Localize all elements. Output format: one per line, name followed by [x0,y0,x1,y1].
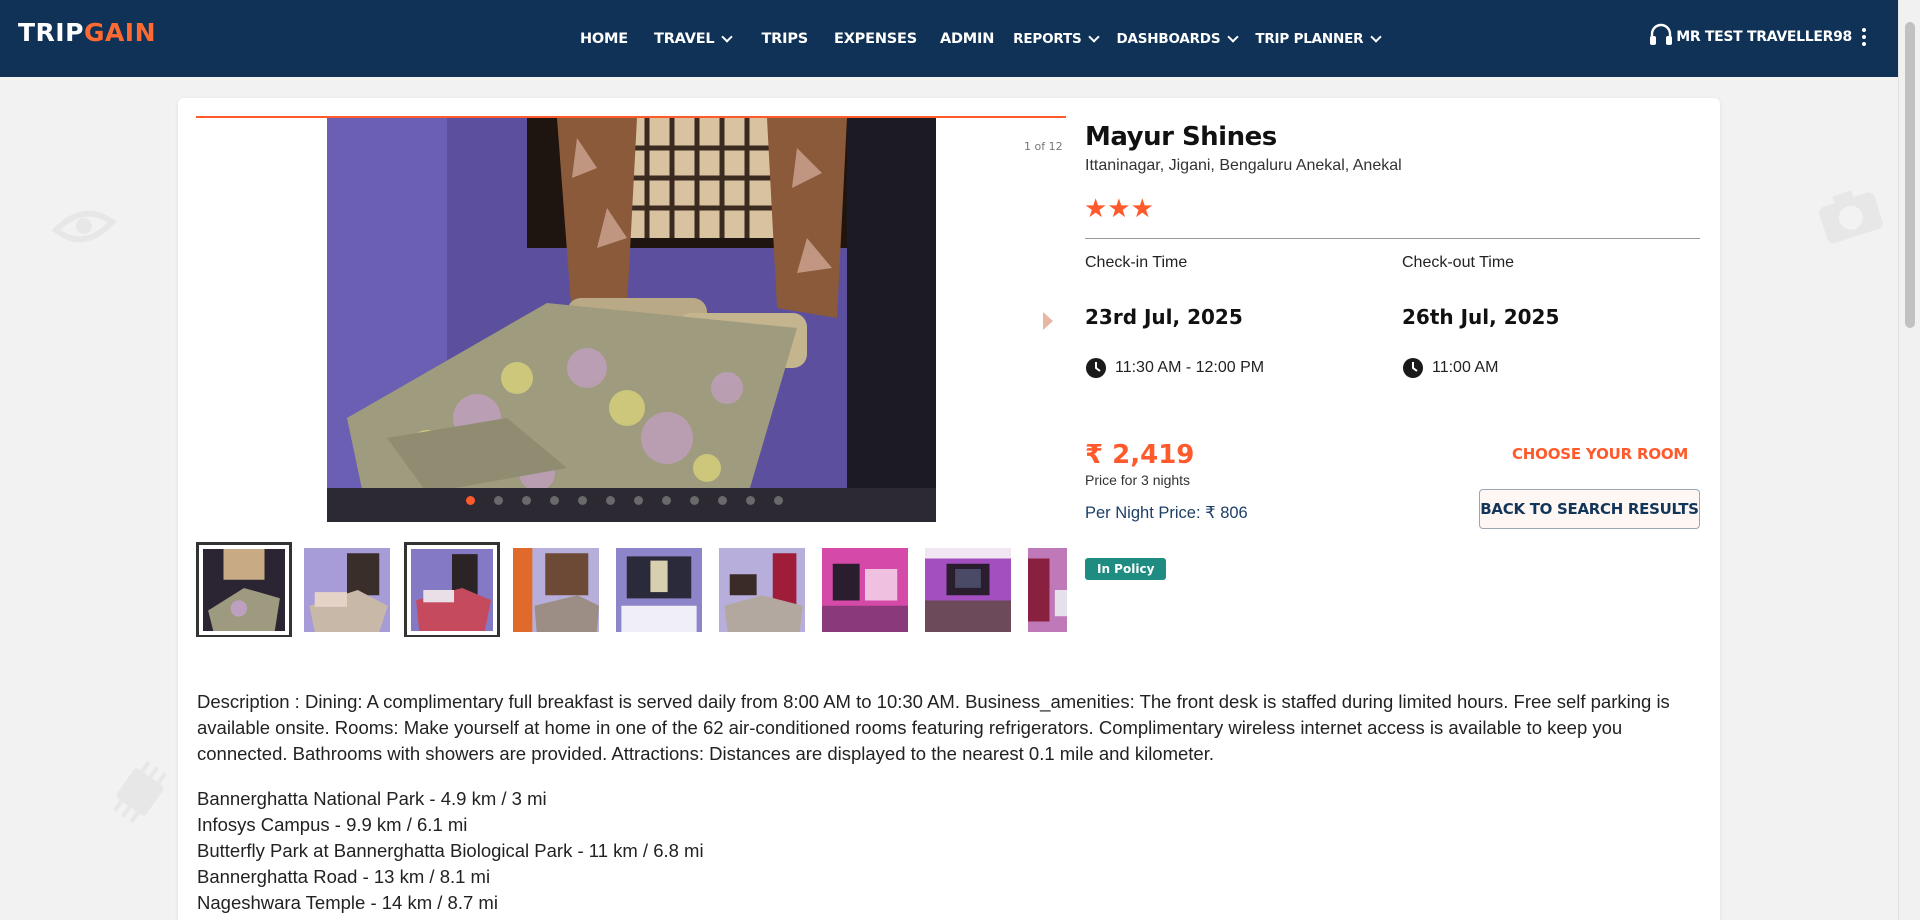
nav-dashboards[interactable]: DASHBOARDS [1116,30,1240,47]
chevron-down-icon [1227,30,1240,43]
pagination-dot[interactable] [718,496,727,505]
headset-icon[interactable] [1648,22,1674,48]
attractions-list: Bannerghatta National Park - 4.9 km / 3 … [197,786,704,916]
list-item: Nageshwara Temple - 14 km / 8.7 mi [197,892,498,913]
thumbnail-image[interactable] [822,548,908,632]
nav-trips[interactable]: TRIPS [761,31,808,47]
pagination-dot[interactable] [550,496,559,505]
hotel-address: Ittaninagar, Jigani, Bengaluru Anekal, A… [1085,157,1402,174]
pagination-dot[interactable] [494,496,503,505]
gallery-pagination-dots [466,496,783,505]
chevron-down-icon [1370,30,1382,43]
nav-trip-planner[interactable]: TRIP PLANNER [1255,30,1382,47]
checkin-date: 23rd Jul, 2025 [1085,305,1243,329]
choose-room-link[interactable]: CHOOSE YOUR ROOM [1512,445,1688,463]
nav-expenses-label: EXPENSES [834,30,917,47]
image-counter: 1 of 12 [1024,140,1063,153]
pagination-dot[interactable] [662,496,671,505]
list-item: Bannerghatta Road - 13 km / 8.1 mi [197,866,491,887]
eye-watermark-icon [52,210,116,243]
user-name: MR TEST TRAVELLER98 [1676,29,1852,45]
hotel-description: Description : Dining: A complimentary fu… [197,691,1670,764]
thumbnail-image[interactable] [513,548,599,632]
per-night-price: Per Night Price: ₹ 806 [1085,504,1248,522]
pagination-dot[interactable] [466,496,475,505]
thumbnail-image[interactable] [304,548,390,632]
thumbnail-image[interactable] [196,542,292,637]
price-note: Price for 3 nights [1085,472,1191,488]
checkin-time: 11:30 AM - 12:00 PM [1085,357,1264,379]
checkout-date: 26th Jul, 2025 [1402,305,1560,329]
list-item: Butterfly Park at Bannerghatta Biologica… [197,840,704,861]
nav-trip-planner-label: TRIP PLANNER [1255,30,1364,47]
back-to-search-button[interactable]: BACK TO SEARCH RESULTS [1479,489,1700,529]
star-rating: ★★★ [1084,193,1154,223]
thumbnail-image[interactable] [925,548,1011,632]
page-scrollbar[interactable] [1898,0,1920,920]
nav-dashboards-label: DASHBOARDS [1116,30,1221,47]
nav-admin-label: ADMIN [939,30,995,47]
pagination-dot[interactable] [690,496,699,505]
tripgain-logo[interactable]: TRIPGAIN [18,18,156,47]
clock-icon [1403,358,1423,378]
scrollbar-thumb[interactable] [1905,22,1915,328]
pagination-dot[interactable] [634,496,643,505]
nav-home-label: HOME [580,30,628,47]
nav-admin[interactable]: ADMIN [940,31,994,47]
nav-travel[interactable]: TRAVEL [654,30,734,47]
logo-text-gain: GAIN [83,18,157,47]
nav-home[interactable]: HOME [580,31,628,47]
hotel-name: Mayur Shines [1085,122,1277,152]
pagination-dot[interactable] [522,496,531,505]
main-nav: HOME TRAVEL TRIPS EXPENSES ADMIN REPORTS… [580,0,1406,77]
nav-travel-label: TRAVEL [654,30,715,47]
pagination-dot[interactable] [746,496,755,505]
details-divider [1085,238,1700,239]
in-policy-badge: In Policy [1085,558,1167,580]
nav-trips-label: TRIPS [761,30,808,47]
checkin-time-text: 11:30 AM - 12:00 PM [1115,359,1265,376]
pagination-dot[interactable] [578,496,587,505]
room-photo-image [327,118,936,522]
nav-expenses[interactable]: EXPENSES [834,31,917,47]
checkout-label: Check-out Time [1402,254,1515,271]
logo-text-trip: TRIP [18,18,84,47]
chevron-down-icon [1088,30,1101,43]
main-hotel-photo[interactable] [327,118,936,522]
clock-icon [1086,358,1106,378]
gallery-next-arrow-icon[interactable] [1043,312,1053,330]
checkout-time-text: 11:00 AM [1432,359,1499,376]
user-menu[interactable]: MR TEST TRAVELLER98 [1676,28,1866,46]
nav-reports-label: REPORTS [1013,30,1082,47]
thumbnail-image[interactable] [616,548,702,632]
thumbnail-strip [196,541,1067,637]
list-item: Infosys Campus - 9.9 km / 6.1 mi [197,814,468,835]
total-price: ₹ 2,419 [1085,440,1195,470]
thumbnail-image[interactable] [719,548,805,632]
checkout-time: 11:00 AM [1402,357,1498,379]
thumbnail-image[interactable] [404,542,500,637]
camera-watermark-icon [1819,190,1883,244]
pagination-dot[interactable] [606,496,615,505]
checkin-label: Check-in Time [1085,254,1188,271]
kebab-menu-icon[interactable] [1862,28,1866,46]
thumbnail-image[interactable] [1028,548,1067,632]
nav-reports[interactable]: REPORTS [1013,30,1101,47]
list-item: Bannerghatta National Park - 4.9 km / 3 … [197,788,547,809]
pagination-dot[interactable] [774,496,783,505]
top-navigation-bar: TRIPGAIN HOME TRAVEL TRIPS EXPENSES ADMI… [0,0,1898,77]
chip-watermark-icon [112,760,168,824]
chevron-down-icon [721,30,734,43]
